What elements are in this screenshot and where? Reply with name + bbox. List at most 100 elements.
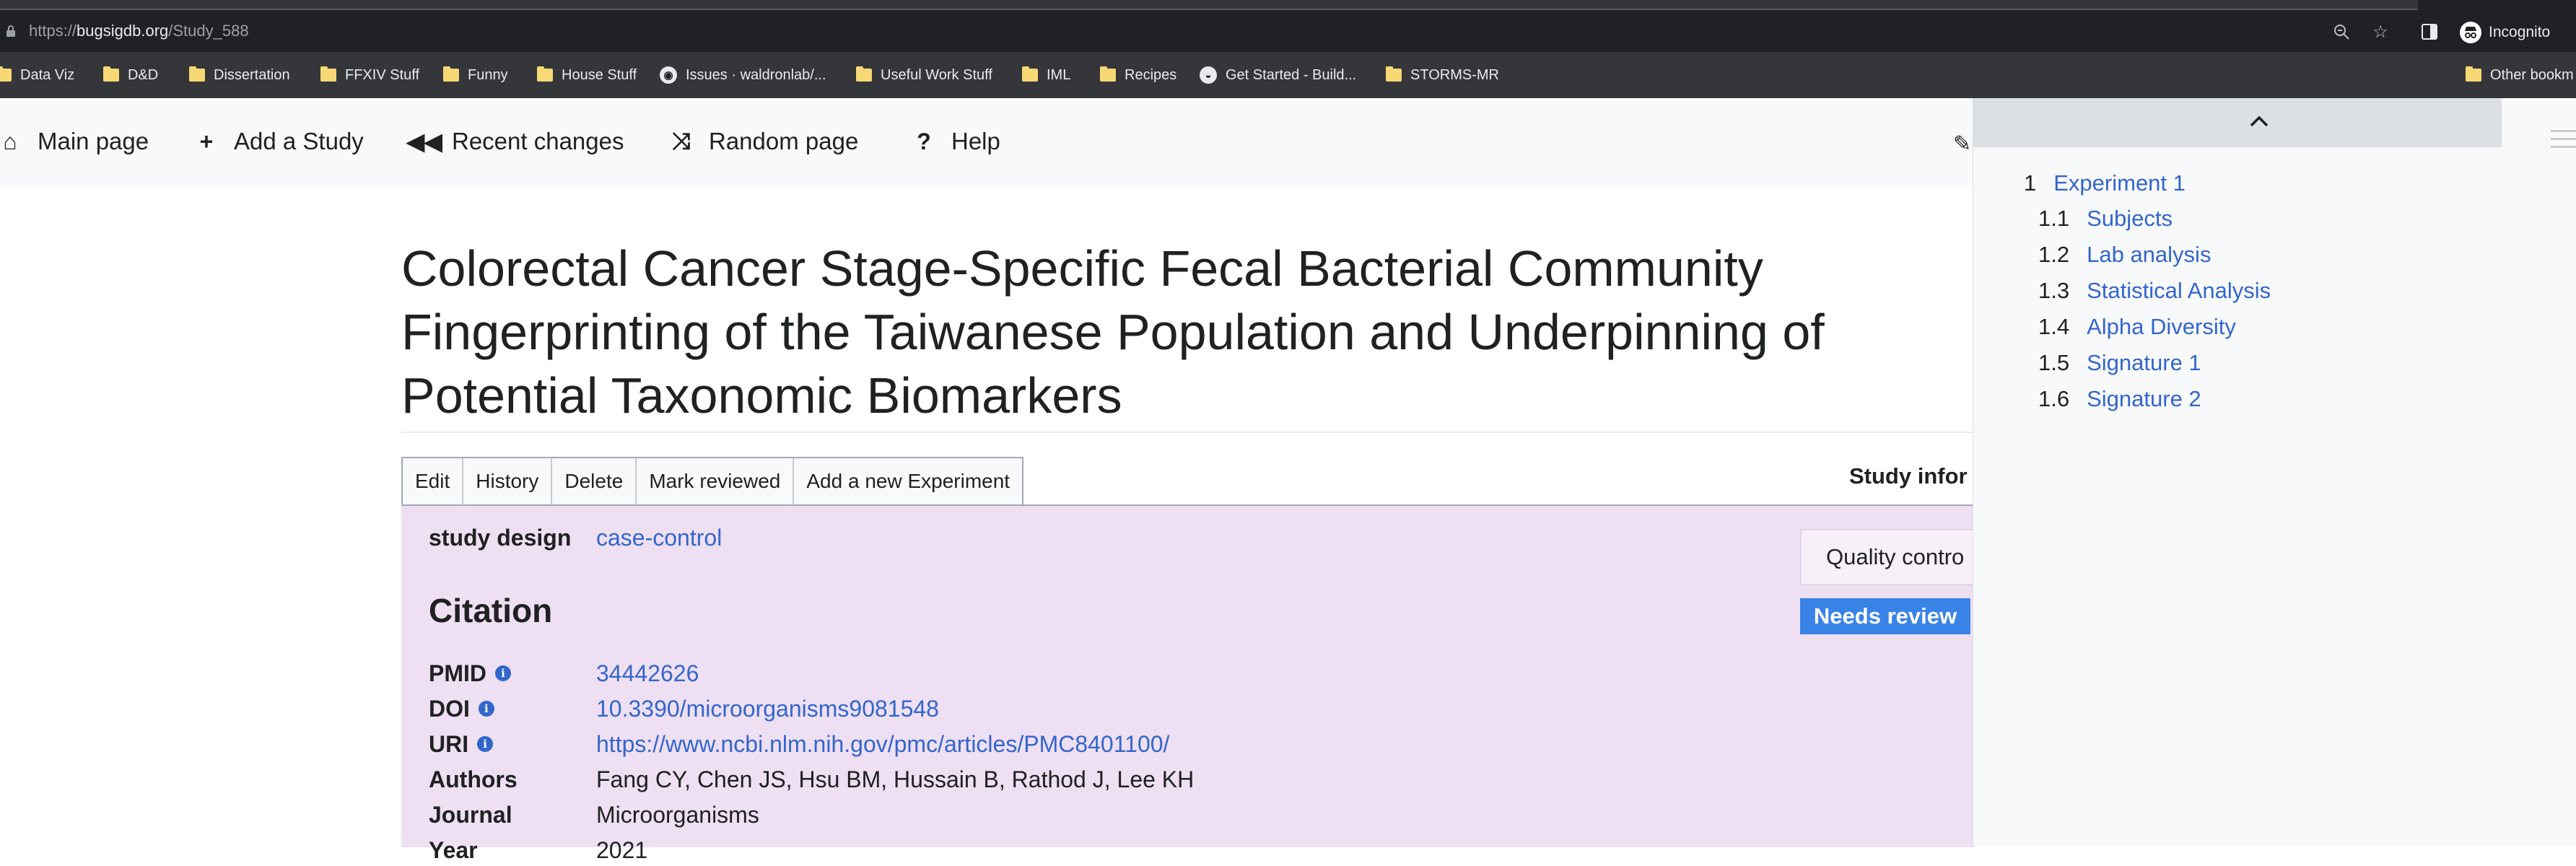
zoom-icon[interactable] bbox=[2331, 22, 2352, 42]
url-text[interactable]: https://bugsigdb.org/Study_588 bbox=[29, 20, 249, 42]
toc-item-alpha-diversity[interactable]: 1.4 Alpha Diversity bbox=[2038, 311, 2236, 343]
nav-main-page[interactable]: ⌂ Main page bbox=[0, 126, 149, 157]
bookmark-storms-mr[interactable]: STORMS-MR bbox=[1386, 65, 1499, 85]
page-actions-tabs: Edit History Delete Mark reviewed Add a … bbox=[401, 457, 1024, 504]
folder-icon bbox=[0, 66, 12, 82]
folder-icon bbox=[1386, 66, 1402, 82]
tab-edit[interactable]: Edit bbox=[403, 458, 464, 504]
tab-history[interactable]: History bbox=[463, 458, 553, 504]
bookmark-other[interactable]: Other bookm bbox=[2466, 65, 2574, 85]
authors-label: Authors bbox=[429, 766, 518, 792]
bookmarks-bar: Data Viz D&D Dissertation FFXIV Stuff Fu… bbox=[0, 52, 2576, 99]
toc-label: Signature 1 bbox=[2087, 350, 2201, 375]
authors-row: Authors Fang CY, Chen JS, Hsu BM, Hussai… bbox=[429, 764, 1194, 795]
bookmark-useful-work-stuff[interactable]: Useful Work Stuff bbox=[856, 65, 992, 85]
citation-heading: Citation bbox=[429, 592, 553, 629]
rewind-icon: ◀◀ bbox=[406, 128, 442, 154]
bookmark-iml[interactable]: IML bbox=[1022, 65, 1070, 85]
doi-value[interactable]: 10.3390/microorganisms9081548 bbox=[596, 696, 939, 722]
bookmark-label: Funny bbox=[468, 66, 508, 83]
active-tab[interactable] bbox=[0, 0, 2418, 10]
side-panel-icon[interactable] bbox=[2419, 22, 2440, 42]
uri-value[interactable]: https://www.ncbi.nlm.nih.gov/pmc/article… bbox=[596, 731, 1169, 758]
authors-value: Fang CY, Chen JS, Hsu BM, Hussain B, Rat… bbox=[596, 766, 1195, 792]
nav-add-study[interactable]: + Add a Study bbox=[193, 126, 364, 157]
bookmark-dnd[interactable]: D&D bbox=[103, 65, 158, 85]
toc-item-experiment-1[interactable]: 1 Experiment 1 bbox=[2024, 167, 2186, 199]
url-host: bugsigdb.org bbox=[77, 22, 169, 40]
folder-icon bbox=[1100, 66, 1116, 82]
toc-label: Statistical Analysis bbox=[2087, 278, 2271, 303]
bookmark-recipes[interactable]: Recipes bbox=[1100, 65, 1176, 85]
bookmark-label: Issues · waldronlab/... bbox=[686, 66, 826, 83]
study-information-heading: Study infor bbox=[1849, 463, 1968, 489]
bookmark-label: STORMS-MR bbox=[1410, 66, 1499, 83]
bookmark-label: Get Started - Build... bbox=[1226, 66, 1357, 83]
needs-review-badge: Needs review bbox=[1800, 598, 1970, 634]
toc-item-statistical-analysis[interactable]: 1.3 Statistical Analysis bbox=[2038, 275, 2271, 307]
toc-sidebar: 1 Experiment 1 1.1 Subjects 1.2 Lab analysi… bbox=[1973, 98, 2576, 846]
pmid-value[interactable]: 34442626 bbox=[596, 660, 699, 687]
plus-icon: + bbox=[199, 128, 214, 154]
bookmark-label: FFXIV Stuff bbox=[345, 66, 419, 83]
toc-item-subjects[interactable]: 1.1 Subjects bbox=[2038, 203, 2173, 235]
address-bar[interactable]: https://bugsigdb.org/Study_588 ☆ Incogni… bbox=[0, 10, 2576, 52]
folder-icon bbox=[103, 66, 119, 82]
pmid-label: PMID bbox=[429, 660, 486, 686]
bookmark-house-stuff[interactable]: House Stuff bbox=[537, 65, 637, 85]
bookmark-ffxiv-stuff[interactable]: FFXIV Stuff bbox=[320, 65, 419, 85]
pmid-row: PMID i 34442626 bbox=[429, 657, 699, 689]
site-icon: ◒ bbox=[1200, 66, 1217, 84]
doi-label-cell: DOI i bbox=[429, 696, 596, 722]
tab-delete[interactable]: Delete bbox=[552, 458, 637, 504]
folder-icon bbox=[537, 66, 553, 82]
toc-item-lab-analysis[interactable]: 1.2 Lab analysis bbox=[2038, 239, 2211, 271]
incognito-indicator[interactable]: Incognito bbox=[2460, 22, 2550, 43]
toc-label: Subjects bbox=[2087, 206, 2173, 231]
year-label: Year bbox=[429, 836, 478, 863]
nav-random-page[interactable]: ⤨ Random page bbox=[668, 126, 858, 157]
doi-label: DOI bbox=[429, 695, 470, 722]
bookmark-get-started[interactable]: ◒ Get Started - Build... bbox=[1200, 65, 1356, 85]
top-navigation: ⌂ Main page + Add a Study ◀◀ Recent changes… bbox=[0, 98, 1973, 185]
toc-number: 1.3 bbox=[2038, 278, 2070, 303]
incognito-icon bbox=[2460, 22, 2481, 43]
bookmark-label: Recipes bbox=[1125, 66, 1177, 83]
toc-label: Alpha Diversity bbox=[2087, 314, 2236, 339]
journal-row: Journal Microorganisms bbox=[429, 799, 759, 831]
bookmark-label: IML bbox=[1047, 66, 1071, 83]
journal-label: Journal bbox=[429, 801, 512, 828]
tab-add-experiment[interactable]: Add a new Experiment bbox=[794, 458, 1022, 504]
nav-help[interactable]: ? Help bbox=[911, 126, 1000, 157]
bookmark-funny[interactable]: Funny bbox=[443, 65, 508, 85]
toc-collapse-bar[interactable] bbox=[1973, 98, 2502, 147]
bookmark-label: Dissertation bbox=[214, 66, 290, 83]
nav-label: Main page bbox=[38, 128, 149, 154]
tab-mark-reviewed[interactable]: Mark reviewed bbox=[637, 458, 795, 504]
info-icon[interactable]: i bbox=[495, 665, 511, 681]
toc-label: Experiment 1 bbox=[2053, 170, 2186, 196]
study-design-value[interactable]: case-control bbox=[596, 525, 722, 551]
info-icon[interactable]: i bbox=[478, 701, 494, 717]
toc-item-signature-2[interactable]: 1.6 Signature 2 bbox=[2038, 383, 2201, 415]
bookmark-dissertation[interactable]: Dissertation bbox=[189, 65, 290, 85]
toc-label: Lab analysis bbox=[2087, 242, 2212, 267]
bookmark-label: Useful Work Stuff bbox=[881, 66, 992, 83]
quality-control-box: Quality contro bbox=[1800, 529, 1988, 585]
url-path: /Study_588 bbox=[168, 22, 249, 40]
title-divider bbox=[401, 432, 1975, 433]
bookmark-issues-waldronlab[interactable]: ◉ Issues · waldronlab/... bbox=[660, 65, 826, 85]
folder-icon bbox=[856, 66, 872, 82]
chevron-up-icon[interactable] bbox=[2245, 107, 2274, 136]
info-icon[interactable]: i bbox=[477, 736, 494, 752]
github-icon: ◉ bbox=[660, 66, 677, 84]
bookmark-data-viz[interactable]: Data Viz bbox=[0, 65, 74, 85]
nav-recent-changes[interactable]: ◀◀ Recent changes bbox=[406, 126, 624, 157]
menu-icon[interactable] bbox=[2551, 130, 2576, 150]
toc-number: 1 bbox=[2024, 170, 2037, 196]
toc-item-signature-1[interactable]: 1.5 Signature 1 bbox=[2038, 347, 2201, 379]
study-design-row: study design case-control bbox=[429, 522, 722, 554]
toc-number: 1.4 bbox=[2038, 314, 2070, 339]
study-design-label: study design bbox=[429, 524, 572, 551]
star-bookmark-icon[interactable]: ☆ bbox=[2370, 22, 2391, 42]
